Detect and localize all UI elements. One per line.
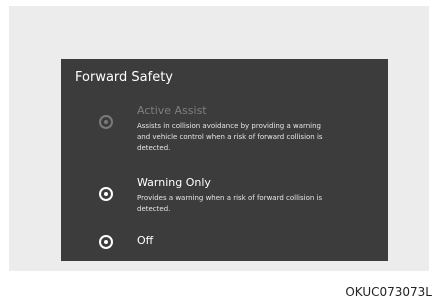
figure-code: OKUC073073L <box>345 285 432 299</box>
option-active-assist-description: Assists in collision avoidance by provid… <box>137 122 323 152</box>
screen-title: Forward Safety <box>75 70 173 85</box>
radio-active-assist-icon[interactable] <box>99 115 113 129</box>
option-warning-only-label: Warning Only <box>137 176 211 189</box>
option-off-label: Off <box>137 234 154 247</box>
radio-off-icon[interactable] <box>99 235 113 249</box>
radio-warning-only-icon[interactable] <box>99 187 113 201</box>
option-active-assist-label: Active Assist <box>137 104 207 117</box>
figure-frame: Forward Safety Active Assist Assists in … <box>9 6 429 271</box>
settings-screen: Forward Safety Active Assist Assists in … <box>61 59 388 261</box>
option-warning-only-description: Provides a warning when a risk of forwar… <box>137 194 323 213</box>
